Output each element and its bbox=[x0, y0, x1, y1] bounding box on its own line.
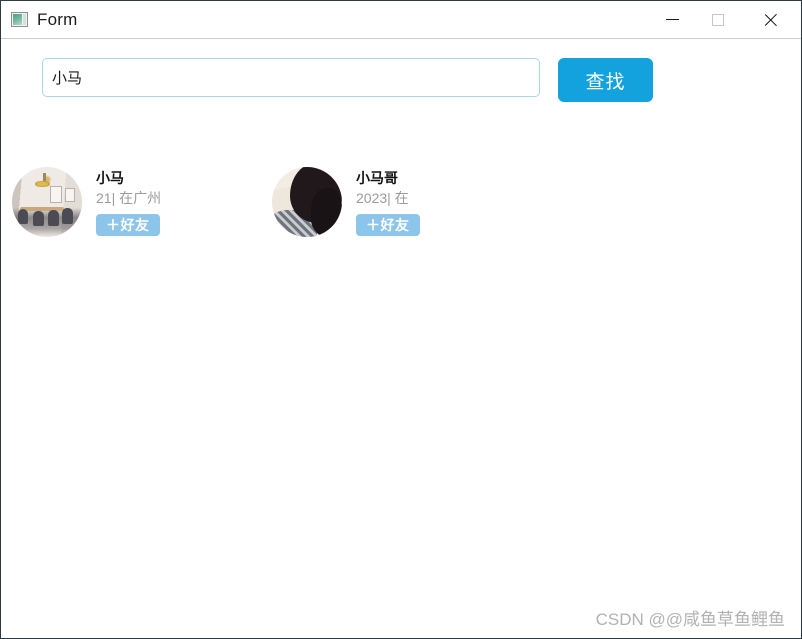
avatar-detail bbox=[33, 211, 44, 227]
add-friend-button[interactable]: ＋好友 bbox=[356, 214, 420, 236]
search-results-list: 小马 21| 在广州 ＋好友 小马哥 2023| 在 ＋好友 bbox=[1, 167, 801, 237]
minimize-icon bbox=[665, 19, 679, 20]
window-controls bbox=[649, 1, 801, 38]
search-input[interactable] bbox=[42, 58, 540, 97]
avatar-detail bbox=[62, 208, 73, 224]
avatar-detail bbox=[48, 210, 59, 226]
result-info: 小马哥 2023| 在 ＋好友 bbox=[356, 167, 420, 236]
result-name: 小马 bbox=[96, 170, 124, 186]
avatar-detail bbox=[17, 209, 29, 225]
avatar bbox=[12, 167, 82, 237]
close-icon bbox=[763, 12, 779, 28]
avatar-detail bbox=[49, 185, 62, 203]
avatar-detail bbox=[311, 188, 342, 237]
title-bar-left: Form bbox=[1, 11, 77, 28]
result-name: 小马哥 bbox=[356, 170, 398, 186]
search-button[interactable]: 查找 bbox=[558, 58, 653, 102]
result-meta: 2023| 在 bbox=[356, 190, 409, 206]
maximize-icon bbox=[712, 13, 724, 26]
avatar-detail bbox=[65, 188, 75, 202]
search-row: 查找 bbox=[42, 58, 653, 102]
close-button[interactable] bbox=[741, 1, 801, 38]
result-card[interactable]: 小马哥 2023| 在 ＋好友 bbox=[261, 167, 521, 237]
result-info: 小马 21| 在广州 ＋好友 bbox=[96, 167, 161, 236]
minimize-button[interactable] bbox=[649, 1, 695, 38]
window-content: 查找 小马 21| 在广州 ＋好友 bbox=[1, 39, 801, 638]
app-window: Form 查找 bbox=[0, 0, 802, 639]
image-app-icon bbox=[11, 12, 28, 27]
title-bar: Form bbox=[1, 1, 801, 39]
avatar bbox=[272, 167, 342, 237]
maximize-button[interactable] bbox=[695, 1, 741, 38]
watermark: CSDN @@咸鱼草鱼鲤鱼 bbox=[595, 610, 785, 629]
result-meta: 21| 在广州 bbox=[96, 190, 162, 206]
result-card[interactable]: 小马 21| 在广州 ＋好友 bbox=[1, 167, 261, 237]
add-friend-button[interactable]: ＋好友 bbox=[96, 214, 160, 236]
window-title: Form bbox=[37, 10, 78, 29]
